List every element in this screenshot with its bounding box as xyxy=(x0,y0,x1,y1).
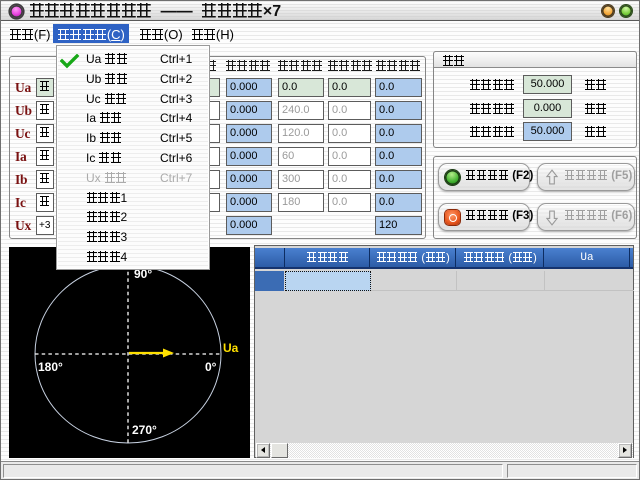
svg-text:270°: 270° xyxy=(132,423,157,437)
svg-text:Ua: Ua xyxy=(223,341,239,355)
svg-text:0°: 0° xyxy=(205,360,217,374)
svg-text:180°: 180° xyxy=(38,360,63,374)
